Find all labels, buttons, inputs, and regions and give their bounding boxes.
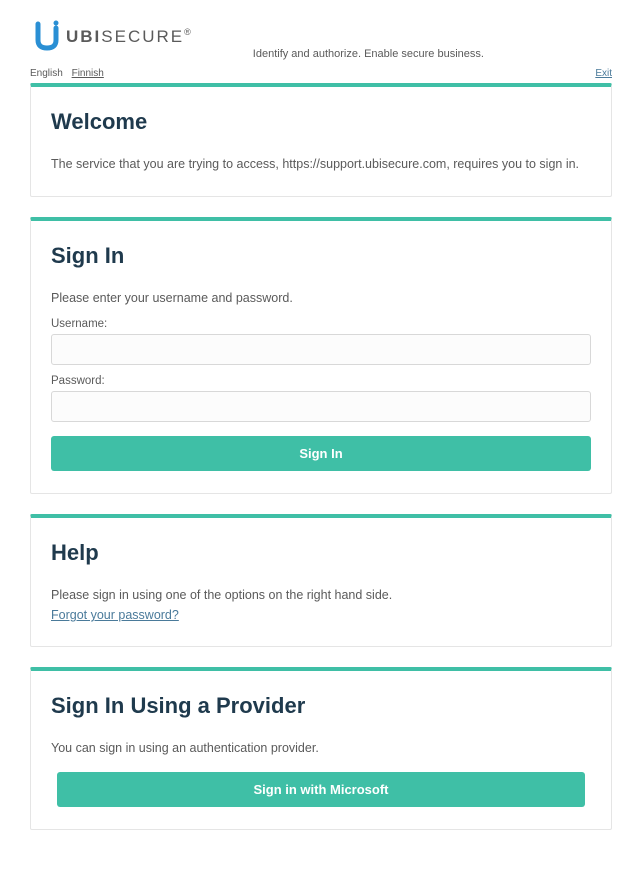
signin-instruction: Please enter your username and password. xyxy=(51,289,591,308)
help-body: Please sign in using one of the options … xyxy=(51,586,591,605)
welcome-title: Welcome xyxy=(51,109,591,135)
provider-card: Sign In Using a Provider You can sign in… xyxy=(30,667,612,830)
help-title: Help xyxy=(51,540,591,566)
language-switcher: English Finnish xyxy=(30,68,110,79)
provider-body: You can sign in using an authentication … xyxy=(51,739,591,758)
logo-text: UBISECURE® xyxy=(66,27,193,47)
lang-english[interactable]: English xyxy=(30,68,63,79)
forgot-password-link[interactable]: Forgot your password? xyxy=(51,608,179,622)
welcome-body: The service that you are trying to acces… xyxy=(51,155,591,174)
logo: UBISECURE® xyxy=(30,20,193,54)
ubisecure-logo-icon xyxy=(30,20,64,54)
password-label: Password: xyxy=(51,375,591,387)
exit-link[interactable]: Exit xyxy=(595,68,612,79)
welcome-card: Welcome The service that you are trying … xyxy=(30,83,612,197)
signin-button[interactable]: Sign In xyxy=(51,436,591,471)
password-input[interactable] xyxy=(51,391,591,422)
header: UBISECURE® Identify and authorize. Enabl… xyxy=(30,20,612,60)
username-label: Username: xyxy=(51,318,591,330)
signin-title: Sign In xyxy=(51,243,591,269)
topbar: English Finnish Exit xyxy=(30,68,612,79)
signin-card: Sign In Please enter your username and p… xyxy=(30,217,612,494)
tagline: Identify and authorize. Enable secure bu… xyxy=(253,48,484,60)
username-input[interactable] xyxy=(51,334,591,365)
signin-microsoft-button[interactable]: Sign in with Microsoft xyxy=(57,772,585,807)
lang-finnish[interactable]: Finnish xyxy=(72,68,104,79)
provider-title: Sign In Using a Provider xyxy=(51,693,591,719)
help-card: Help Please sign in using one of the opt… xyxy=(30,514,612,648)
